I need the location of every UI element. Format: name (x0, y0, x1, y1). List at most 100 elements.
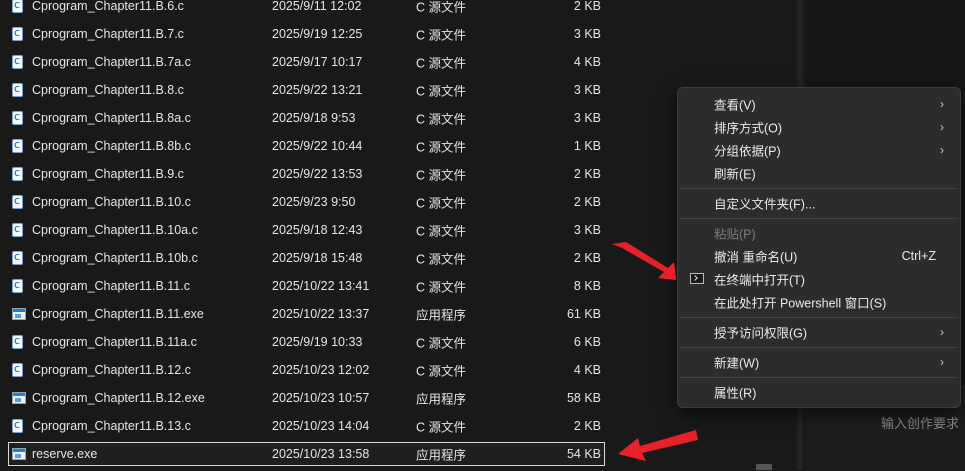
file-size: 2 KB (573, 251, 601, 265)
c-source-file-icon (12, 54, 26, 69)
file-type: C 源文件 (416, 280, 467, 295)
file-size: 2 KB (573, 419, 601, 433)
file-type: C 源文件 (416, 364, 467, 379)
file-name: Cprogram_Chapter11.B.7.c (32, 27, 184, 41)
exe-file-icon (12, 391, 26, 405)
menu-label: 粘贴(P) (714, 227, 756, 242)
file-row[interactable]: Cprogram_Chapter11.B.11.exe 2025/10/22 1… (8, 300, 605, 328)
file-size: 4 KB (573, 55, 601, 69)
file-date: 2025/9/11 12:02 (272, 0, 362, 13)
file-name: Cprogram_Chapter11.B.8.c (32, 83, 184, 97)
menu-item-give-access[interactable]: 授予访问权限(G) › (678, 321, 958, 343)
menu-separator (680, 188, 958, 189)
menu-item-new[interactable]: 新建(W) › (678, 351, 958, 373)
file-size: 6 KB (573, 335, 601, 349)
file-date: 2025/10/23 12:02 (272, 363, 370, 377)
menu-item-group[interactable]: 分组依据(P) › (678, 139, 958, 161)
c-source-file-icon (12, 222, 26, 237)
menu-item-undo-rename[interactable]: 撤消 重命名(U) Ctrl+Z (678, 245, 958, 267)
file-row[interactable]: Cprogram_Chapter11.B.9.c 2025/9/22 13:53… (8, 160, 605, 188)
menu-label: 查看(V) (714, 98, 756, 113)
menu-item-customize-folder[interactable]: 自定义文件夹(F)... (678, 192, 958, 214)
file-date: 2025/9/18 9:53 (272, 111, 356, 125)
exe-file-icon (12, 447, 26, 461)
menu-label: 排序方式(O) (714, 121, 783, 136)
file-row[interactable]: Cprogram_Chapter11.B.8b.c 2025/9/22 10:4… (8, 132, 605, 160)
file-date: 2025/9/18 15:48 (272, 251, 363, 265)
c-source-file-icon (12, 418, 26, 433)
menu-label: 自定义文件夹(F)... (714, 197, 816, 212)
file-row[interactable]: Cprogram_Chapter11.B.10a.c 2025/9/18 12:… (8, 216, 605, 244)
menu-item-open-powershell[interactable]: 在此处打开 Powershell 窗口(S) (678, 291, 958, 313)
file-type: 应用程序 (416, 392, 467, 407)
file-name: Cprogram_Chapter11.B.7a.c (32, 55, 191, 69)
c-source-file-icon (12, 362, 26, 377)
menu-separator (680, 377, 958, 378)
file-row[interactable]: Cprogram_Chapter11.B.10b.c 2025/9/18 15:… (8, 244, 605, 272)
c-source-file-icon (12, 334, 26, 349)
file-date: 2025/10/22 13:41 (272, 279, 370, 293)
exe-file-icon (12, 307, 26, 321)
file-size: 61 KB (566, 307, 601, 321)
menu-item-sort[interactable]: 排序方式(O) › (678, 116, 958, 138)
file-size: 3 KB (573, 27, 601, 41)
file-type: 应用程序 (416, 448, 467, 463)
horizontal-scrollbar-thumb[interactable] (756, 464, 772, 470)
c-source-file-icon (12, 194, 26, 209)
creation-prompt-input[interactable]: 输入创作要求 (881, 413, 959, 432)
file-name: Cprogram_Chapter11.B.12.c (32, 363, 191, 377)
file-name: Cprogram_Chapter11.B.10.c (32, 195, 191, 209)
chevron-right-icon: › (940, 120, 944, 134)
c-source-file-icon (12, 138, 26, 153)
file-name: Cprogram_Chapter11.B.6.c (32, 0, 184, 13)
c-source-file-icon (12, 0, 26, 13)
file-type: C 源文件 (416, 140, 467, 155)
file-size: 54 KB (566, 447, 601, 461)
file-size: 3 KB (573, 111, 601, 125)
file-size: 1 KB (573, 139, 601, 153)
file-row[interactable]: Cprogram_Chapter11.B.8.c 2025/9/22 13:21… (8, 76, 605, 104)
c-source-file-icon (12, 82, 26, 97)
file-row[interactable]: Cprogram_Chapter11.B.6.c 2025/9/11 12:02… (8, 0, 605, 20)
file-size: 4 KB (573, 363, 601, 377)
menu-item-properties[interactable]: 属性(R) (678, 381, 958, 403)
file-type: C 源文件 (416, 224, 467, 239)
file-row[interactable]: Cprogram_Chapter11.B.8a.c 2025/9/18 9:53… (8, 104, 605, 132)
chevron-right-icon: › (940, 143, 944, 157)
file-size: 58 KB (566, 391, 601, 405)
file-size: 8 KB (573, 279, 601, 293)
menu-item-refresh[interactable]: 刷新(E) (678, 162, 958, 184)
file-row[interactable]: Cprogram_Chapter11.B.7.c 2025/9/19 12:25… (8, 20, 605, 48)
chevron-right-icon: › (940, 355, 944, 369)
file-name: reserve.exe (32, 447, 98, 461)
file-row[interactable]: Cprogram_Chapter11.B.13.c 2025/10/23 14:… (8, 412, 605, 440)
file-row[interactable]: Cprogram_Chapter11.B.7a.c 2025/9/17 10:1… (8, 48, 605, 76)
menu-label: 撤消 重命名(U) (714, 250, 798, 265)
menu-separator (680, 218, 958, 219)
file-date: 2025/9/18 12:43 (272, 223, 363, 237)
file-date: 2025/9/19 12:25 (272, 27, 363, 41)
file-row[interactable]: Cprogram_Chapter11.B.12.c 2025/10/23 12:… (8, 356, 605, 384)
file-row[interactable]: Cprogram_Chapter11.B.11.c 2025/10/22 13:… (8, 272, 605, 300)
menu-item-view[interactable]: 查看(V) › (678, 93, 958, 115)
file-name: Cprogram_Chapter11.B.9.c (32, 167, 184, 181)
file-row[interactable]: Cprogram_Chapter11.B.11a.c 2025/9/19 10:… (8, 328, 605, 356)
file-date: 2025/9/22 13:53 (272, 167, 363, 181)
terminal-icon (690, 273, 704, 284)
file-type: C 源文件 (416, 336, 467, 351)
file-name: Cprogram_Chapter11.B.10b.c (32, 251, 198, 265)
file-date: 2025/10/22 13:37 (272, 307, 370, 321)
file-row[interactable]: Cprogram_Chapter11.B.10.c 2025/9/23 9:50… (8, 188, 605, 216)
file-size: 2 KB (573, 167, 601, 181)
menu-item-paste: 粘贴(P) (678, 222, 958, 244)
file-date: 2025/9/23 9:50 (272, 195, 356, 209)
file-date: 2025/10/23 14:04 (272, 419, 370, 433)
menu-shortcut: Ctrl+Z (901, 249, 936, 263)
menu-item-open-in-terminal[interactable]: 在终端中打开(T) (678, 268, 958, 290)
context-menu: 查看(V) › 排序方式(O) › 分组依据(P) › 刷新(E) 自定义文件夹… (677, 87, 961, 408)
menu-label: 新建(W) (714, 356, 760, 371)
file-row[interactable]: Cprogram_Chapter11.B.12.exe 2025/10/23 1… (8, 384, 605, 412)
file-date: 2025/10/23 13:58 (272, 447, 370, 461)
file-row-selected[interactable]: reserve.exe 2025/10/23 13:58 应用程序 54 KB (8, 442, 605, 466)
menu-label: 在此处打开 Powershell 窗口(S) (714, 296, 887, 311)
